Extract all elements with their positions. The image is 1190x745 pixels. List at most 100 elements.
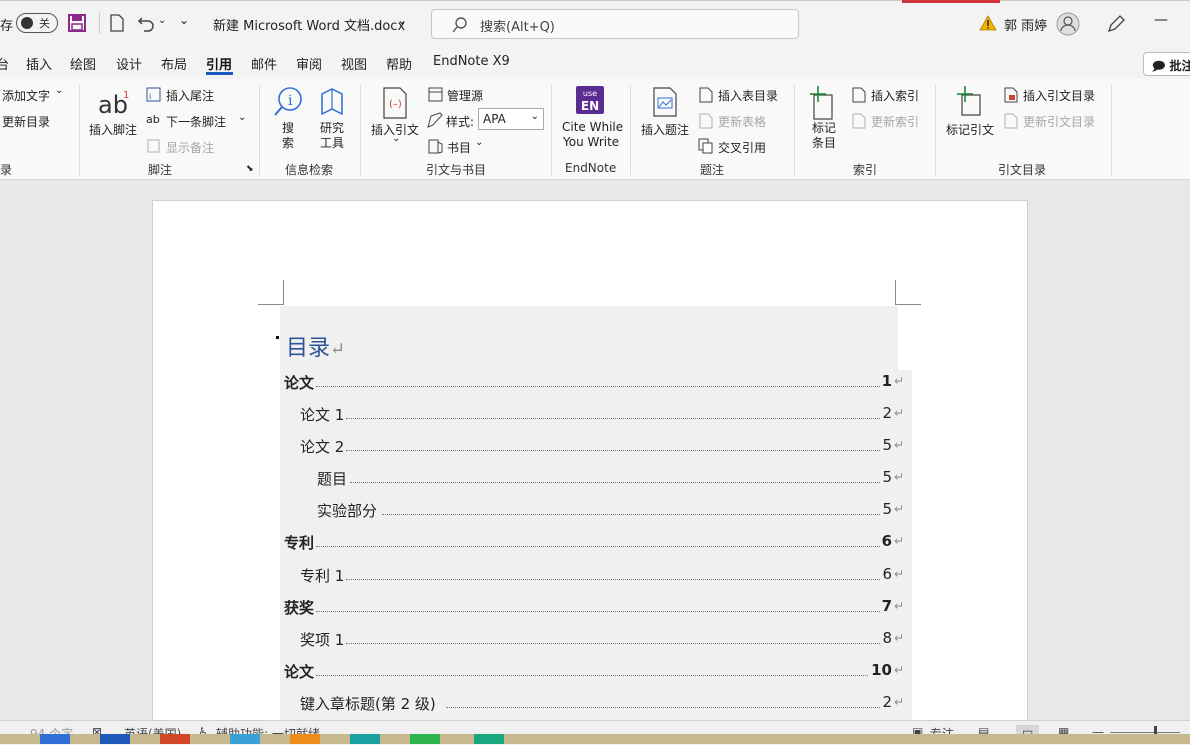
tab-design[interactable]: 设计 — [116, 54, 142, 73]
bibliography-button[interactable]: 书目 — [447, 139, 471, 156]
style-select[interactable]: APA ⌄ — [478, 108, 544, 130]
toc-entry[interactable]: 奖项 1 8 ↵ — [280, 629, 910, 651]
save-icon[interactable] — [68, 14, 86, 32]
toc-entry[interactable]: 论文 2 5 ↵ — [280, 436, 910, 458]
paragraph-mark: ↵ — [893, 631, 904, 645]
you-write-label[interactable]: You Write — [563, 135, 619, 149]
insert-index-button[interactable]: 插入索引 — [871, 87, 919, 104]
researcher-button[interactable]: 研究 工具 — [320, 121, 344, 151]
endnote-logo-icon: use EN — [576, 86, 604, 114]
tab-help[interactable]: 帮助 — [386, 54, 412, 73]
cross-reference-icon — [698, 138, 713, 154]
insert-citation-chevron-icon[interactable]: ⌄ — [392, 133, 400, 144]
search-box[interactable]: 搜索(Alt+Q) — [431, 9, 799, 39]
tab-layout[interactable]: 布局 — [161, 54, 187, 73]
toc-title[interactable]: 目录↵ — [286, 330, 345, 362]
toc-leader — [316, 546, 884, 547]
toc-entry[interactable]: 获奖 7 ↵ — [280, 597, 910, 619]
tab-home[interactable]: 台 — [0, 54, 9, 73]
add-text-button[interactable]: 添加文字 — [2, 87, 50, 104]
mark-citation-button[interactable]: 标记引文 — [946, 121, 994, 138]
quick-access-more-icon[interactable]: ⌄ — [179, 13, 189, 27]
insert-caption-button[interactable]: 插入题注 — [641, 121, 689, 138]
svg-text:1: 1 — [123, 90, 129, 101]
minimize-button[interactable]: — — [1154, 12, 1168, 28]
toc-entry[interactable]: 题目 5 ↵ — [280, 468, 910, 490]
toc-entry-text: 论文 — [284, 372, 317, 393]
divider — [99, 12, 100, 34]
update-table-button[interactable]: 更新表格 — [718, 113, 766, 130]
taskbar-app-icon[interactable] — [40, 734, 70, 744]
mark-entry-button[interactable]: 标记 条目 — [812, 121, 836, 151]
toc-leader — [346, 579, 884, 580]
update-toa-button[interactable]: 更新引文目录 — [1023, 113, 1095, 130]
insert-tof-button[interactable]: 插入表目录 — [718, 87, 778, 104]
add-text-chevron-icon[interactable]: ⌄ — [55, 85, 63, 96]
taskbar-app-icon[interactable] — [160, 734, 190, 744]
ribbon-tabs: 台 插入 绘图 设计 布局 引用 邮件 审阅 视图 帮助 EndNote X9 — [0, 48, 1190, 79]
window-accent — [902, 0, 1000, 3]
title-chevron-down-icon[interactable]: ⌄ — [397, 13, 407, 27]
tab-review[interactable]: 审阅 — [296, 54, 322, 73]
show-notes-button[interactable]: 显示备注 — [166, 139, 214, 156]
separator — [935, 85, 936, 175]
tab-endnote[interactable]: EndNote X9 — [433, 54, 510, 69]
search-button[interactable]: 搜 索 — [282, 121, 294, 151]
toc-entry[interactable]: 键入章标题(第 2 级) 2 ↵ — [280, 693, 910, 715]
insert-endnote-button[interactable]: 插入尾注 — [166, 87, 214, 104]
table-of-contents[interactable]: 目录↵ 论文 1 ↵ 论文 1 2 ↵ 论文 2 5 ↵ 题目 5 ↵ 实验部分… — [280, 306, 912, 726]
toc-entry[interactable]: 论文 10 ↵ — [280, 661, 910, 683]
toc-entry[interactable]: 论文 1 ↵ — [280, 372, 910, 394]
footnotes-launcher-icon[interactable]: ⬊ — [246, 164, 254, 174]
autosave-toggle[interactable]: 关 — [16, 13, 58, 33]
pen-icon[interactable] — [1106, 14, 1126, 34]
zoom-slider[interactable] — [1110, 732, 1180, 733]
toc-entry[interactable]: 论文 1 2 ↵ — [280, 404, 910, 426]
tab-draw[interactable]: 绘图 — [70, 54, 96, 73]
taskbar-app-icon[interactable] — [350, 734, 380, 744]
toc-entry[interactable]: 专利 1 6 ↵ — [280, 565, 910, 587]
warning-icon[interactable] — [979, 15, 997, 31]
update-index-button[interactable]: 更新索引 — [871, 113, 919, 130]
insert-footnote-button[interactable]: 插入脚注 — [89, 121, 137, 138]
toc-entry-text: 获奖 — [284, 597, 317, 618]
insert-toa-button[interactable]: 插入引文目录 — [1023, 87, 1095, 104]
cite-while-label[interactable]: Cite While — [562, 120, 623, 134]
update-index-icon — [852, 113, 866, 129]
taskbar-app-icon[interactable] — [474, 734, 504, 744]
undo-icon[interactable] — [137, 14, 155, 32]
tab-view[interactable]: 视图 — [341, 54, 367, 73]
taskbar-app-icon[interactable] — [100, 734, 130, 744]
toc-entry-page: 1 — [879, 372, 892, 390]
endnote-logo-top: use — [582, 89, 598, 98]
tab-insert[interactable]: 插入 — [26, 54, 52, 73]
comment-button[interactable]: 🗩 批注 — [1143, 52, 1190, 76]
comment-icon: 🗩 — [1152, 59, 1166, 73]
manage-sources-button[interactable]: 管理源 — [447, 87, 483, 104]
bibliography-chevron-icon[interactable]: ⌄ — [475, 137, 483, 148]
toc-leader — [446, 707, 884, 708]
taskbar-app-icon[interactable] — [290, 734, 320, 744]
toa-group-label: 引文目录 — [998, 163, 1047, 177]
next-footnote-button[interactable]: 下一条脚注 — [166, 113, 226, 130]
avatar[interactable] — [1056, 12, 1080, 36]
update-toc-button[interactable]: 更新目录 — [2, 113, 50, 130]
svg-text:(–): (–) — [389, 99, 402, 110]
next-footnote-chevron-icon[interactable]: ⌄ — [238, 112, 246, 123]
separator — [551, 85, 552, 175]
toc-entry[interactable]: 实验部分 5 ↵ — [280, 500, 910, 522]
document-title[interactable]: 新建 Microsoft Word 文档.docx — [213, 15, 405, 34]
endnote-logo-bottom: EN — [580, 99, 600, 113]
cross-reference-button[interactable]: 交叉引用 — [718, 139, 766, 156]
user-name[interactable]: 郭 雨婷 — [1004, 15, 1047, 34]
citations-group-label: 引文与书目 — [426, 163, 487, 177]
tab-mailings[interactable]: 邮件 — [251, 54, 277, 73]
taskbar-app-icon[interactable] — [410, 734, 440, 744]
taskbar-app-icon[interactable] — [230, 734, 260, 744]
svg-text:i: i — [288, 93, 293, 109]
new-document-icon[interactable] — [110, 14, 124, 32]
tab-references[interactable]: 引用 — [206, 54, 232, 73]
undo-dropdown-icon[interactable]: ⌄ — [158, 15, 166, 26]
toc-entry[interactable]: 专利 6 ↵ — [280, 532, 910, 554]
separator — [360, 85, 361, 175]
